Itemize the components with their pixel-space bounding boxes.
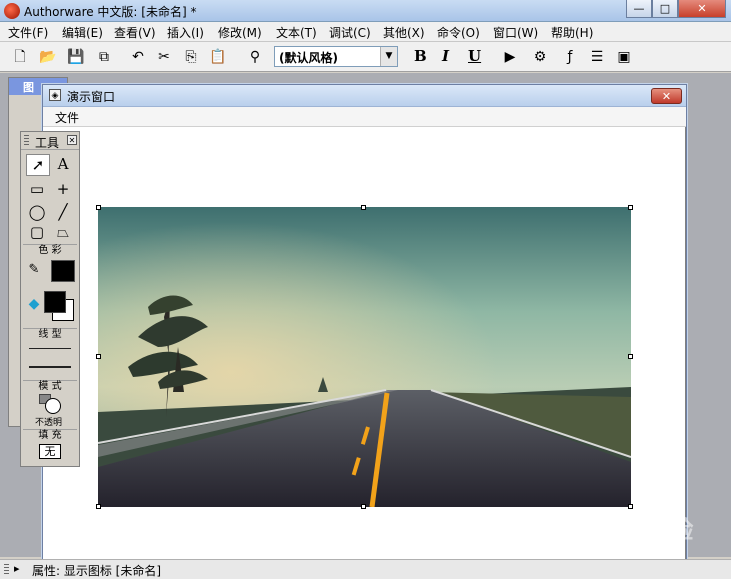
- mode-section-label: 模 式: [23, 380, 77, 393]
- tools-close-button[interactable]: ✕: [67, 135, 77, 145]
- road-photo-graphic: [98, 207, 631, 507]
- resize-handle-tl[interactable]: [96, 205, 101, 210]
- tools-palette-titlebar[interactable]: 工具 ✕: [21, 132, 79, 150]
- pointer-tool-icon[interactable]: ➚: [26, 154, 50, 176]
- pen-color-icon[interactable]: ✎: [23, 260, 45, 280]
- underline-button[interactable]: U: [468, 47, 481, 65]
- mode-preview-circle[interactable]: [45, 398, 61, 414]
- drag-grip-icon[interactable]: [24, 135, 29, 146]
- menu-edit[interactable]: 编辑(E): [62, 24, 103, 41]
- app-title: Authorware 中文版: [未命名] *: [24, 5, 197, 19]
- expand-arrow-icon[interactable]: ▸: [14, 562, 20, 575]
- rectangle-tool-icon[interactable]: ▭: [26, 179, 48, 199]
- run-icon[interactable]: ▶: [500, 47, 520, 67]
- line-type-section-label: 线 型: [23, 328, 77, 341]
- menu-debug[interactable]: 调试(C): [329, 24, 371, 41]
- menu-text[interactable]: 文本(T): [276, 24, 317, 41]
- minimize-button[interactable]: —: [626, 0, 652, 18]
- menu-insert[interactable]: 插入(I): [167, 24, 204, 41]
- line-tool-icon[interactable]: ╱: [52, 202, 74, 222]
- menu-command[interactable]: 命令(O): [437, 24, 480, 41]
- maximize-button[interactable]: □: [652, 0, 678, 18]
- menu-window[interactable]: 窗口(W): [493, 24, 538, 41]
- main-toolbar: 🗋 📂 💾 ⧉ ↶ ✂ ⎘ 📋 ⚲ (默认风格) ▼ B I U ▶ ⚙ ƒ ☰…: [0, 42, 731, 72]
- resize-handle-mr[interactable]: [628, 354, 633, 359]
- fill-section-label: 填 充: [23, 429, 77, 442]
- find-icon[interactable]: ⚲: [245, 47, 265, 67]
- presentation-menu-file[interactable]: 文件: [55, 109, 79, 126]
- crosshair-tool-icon[interactable]: +: [52, 179, 74, 199]
- watermark-main: Baidu 经验: [560, 516, 694, 544]
- watermark-sub: jingyan.baidu.com: [564, 542, 675, 556]
- control-panel-icon[interactable]: ⚙: [530, 47, 550, 67]
- undo-icon[interactable]: ↶: [128, 47, 148, 67]
- presentation-window-titlebar: ◈ 演示窗口 ✕: [43, 85, 686, 107]
- menu-modify[interactable]: 修改(M): [218, 24, 262, 41]
- stroke-color-swatch[interactable]: [51, 260, 75, 282]
- app-titlebar: Authorware 中文版: [未命名] * — □ ✕: [0, 0, 731, 22]
- close-button[interactable]: ✕: [678, 0, 726, 18]
- text-style-value: (默认风格): [279, 51, 338, 65]
- menu-file[interactable]: 文件(F): [8, 24, 48, 41]
- fill-bucket-icon[interactable]: ◆: [23, 294, 45, 314]
- chevron-down-icon[interactable]: ▼: [380, 47, 397, 66]
- functions-icon[interactable]: ƒ: [560, 47, 580, 67]
- line-type-sample-thin[interactable]: [29, 348, 71, 349]
- menu-other[interactable]: 其他(X): [383, 24, 425, 41]
- baidu-watermark: Baidu 经验 jingyan.baidu.com: [560, 510, 700, 560]
- resize-handle-tr[interactable]: [628, 205, 633, 210]
- presentation-window-icon: ◈: [49, 89, 61, 101]
- mode-value: 不透明: [35, 418, 63, 428]
- line-type-sample-thick[interactable]: [29, 366, 71, 368]
- menu-view[interactable]: 查看(V): [114, 24, 156, 41]
- polygon-tool-icon[interactable]: ⏢: [52, 222, 74, 242]
- menu-help[interactable]: 帮助(H): [551, 24, 593, 41]
- drag-grip-icon[interactable]: [4, 564, 9, 575]
- resize-handle-ml[interactable]: [96, 354, 101, 359]
- import-icon[interactable]: ⧉: [94, 47, 114, 67]
- presentation-menu-bar: 文件: [43, 107, 686, 127]
- new-file-icon[interactable]: 🗋: [10, 47, 30, 67]
- ellipse-tool-icon[interactable]: ◯: [26, 202, 48, 222]
- color-section-label: 色 彩: [23, 244, 77, 257]
- bold-button[interactable]: B: [414, 47, 427, 65]
- paste-icon[interactable]: 📋: [208, 47, 228, 67]
- resize-handle-tc[interactable]: [361, 205, 366, 210]
- presentation-close-button[interactable]: ✕: [651, 88, 682, 104]
- text-tool-icon[interactable]: A: [52, 154, 74, 174]
- knowledge-objects-icon[interactable]: ▣: [614, 47, 634, 67]
- authorware-app-icon[interactable]: [4, 3, 20, 19]
- presentation-window-title: 演示窗口: [67, 90, 116, 104]
- fill-pattern-button[interactable]: 无: [39, 444, 61, 459]
- menu-bar: 文件(F) 编辑(E) 查看(V) 插入(I) 修改(M) 文本(T) 调试(C…: [0, 22, 731, 42]
- presentation-border: [685, 127, 686, 561]
- properties-status-bar: ▸ 属性: 显示图标 [未命名]: [0, 559, 731, 579]
- open-folder-icon[interactable]: 📂: [38, 47, 58, 67]
- resize-handle-bl[interactable]: [96, 504, 101, 509]
- resize-handle-bc[interactable]: [361, 504, 366, 509]
- tools-palette: 工具 ✕ ➚ A ▭ + ◯ ╱ ▢ ⏢ 色 彩 ✎ ◆ 线 型 模 式 不透明…: [20, 131, 80, 467]
- properties-status-text: 属性: 显示图标 [未命名]: [32, 564, 162, 578]
- cut-icon[interactable]: ✂: [154, 47, 174, 67]
- text-style-select[interactable]: (默认风格) ▼: [274, 46, 398, 67]
- italic-button[interactable]: I: [442, 47, 449, 65]
- resize-handle-br[interactable]: [628, 504, 633, 509]
- tools-palette-title: 工具: [35, 136, 60, 150]
- road-landscape-image[interactable]: [98, 207, 631, 507]
- fill-foreground-swatch[interactable]: [44, 291, 66, 313]
- save-all-icon[interactable]: 💾: [66, 47, 86, 67]
- variables-icon[interactable]: ☰: [587, 47, 607, 67]
- copy-icon[interactable]: ⎘: [181, 47, 201, 67]
- rounded-rect-tool-icon[interactable]: ▢: [26, 222, 48, 242]
